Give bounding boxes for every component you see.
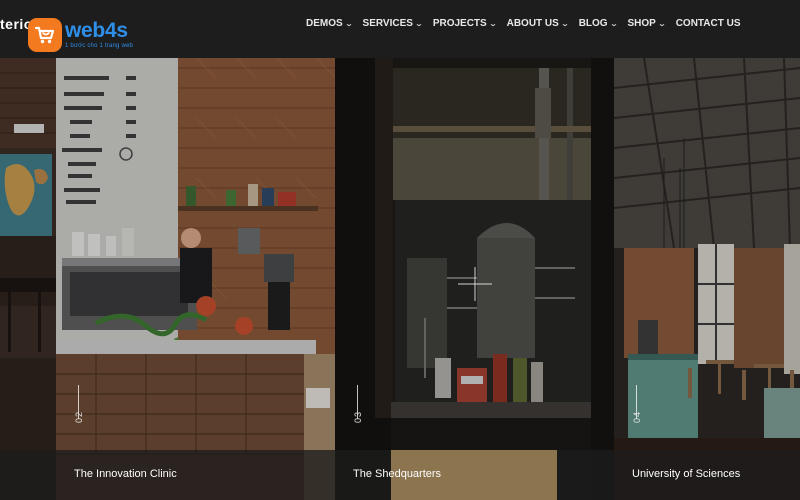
caption-bar [0,450,56,500]
chevron-down-icon: ⌄ [560,20,569,28]
nav-item-demos[interactable]: DEMOS ⌄ [306,18,353,29]
project-title[interactable]: University of Sciences [632,468,740,480]
project-card-university-of-sciences[interactable]: 04 University of Sciences [614,58,800,500]
photo-overlay [56,58,335,500]
nav-item-services[interactable]: SERVICES ⌄ [362,18,423,29]
plus-icon[interactable] [458,267,492,301]
site-header: terio web4s 1 bước cho 1 trang web DEMOS… [0,0,800,58]
chevron-down-icon: ⌄ [488,20,497,28]
nav-label: SHOP [627,18,656,29]
nav-label: ABOUT US [506,18,559,29]
chevron-down-icon: ⌄ [657,20,666,28]
nav-label: CONTACT US [675,18,741,29]
project-title[interactable]: The Shedquarters [353,468,441,480]
nav-item-projects[interactable]: PROJECTS ⌄ [432,18,497,29]
logo-tagline: 1 bước cho 1 trang web [65,43,134,49]
shopping-cart-icon [28,18,62,52]
photo-overlay [0,58,56,500]
nav-label: BLOG [578,18,608,29]
chevron-down-icon: ⌄ [414,20,423,28]
project-title[interactable]: The Innovation Clinic [74,468,177,480]
project-card-innovation-clinic[interactable]: 02 The Innovation Clinic [56,58,335,500]
logo-wordmark: web4s [65,19,128,42]
nav-label: SERVICES [362,18,413,29]
nav-item-contact-us[interactable]: CONTACT US [676,18,741,29]
nav-label: PROJECTS [432,18,487,29]
project-number: 02 [74,410,84,423]
main-nav: DEMOS ⌄ SERVICES ⌄ PROJECTS ⌄ ABOUT US ⌄… [306,18,752,29]
web4s-logo[interactable]: web4s 1 bước cho 1 trang web [28,18,133,52]
chevron-down-icon: ⌄ [344,20,353,28]
chevron-down-icon: ⌄ [609,20,618,28]
project-number: 03 [353,410,363,423]
photo-overlay [614,58,800,500]
nav-item-about-us[interactable]: ABOUT US ⌄ [506,18,569,29]
project-panel-partial[interactable] [0,58,56,500]
nav-item-blog[interactable]: BLOG ⌄ [578,18,618,29]
nav-label: DEMOS [306,18,343,29]
nav-item-shop[interactable]: SHOP ⌄ [627,18,666,29]
project-card-shedquarters[interactable]: 03 The Shedquarters [335,58,614,500]
project-number: 04 [632,410,642,423]
